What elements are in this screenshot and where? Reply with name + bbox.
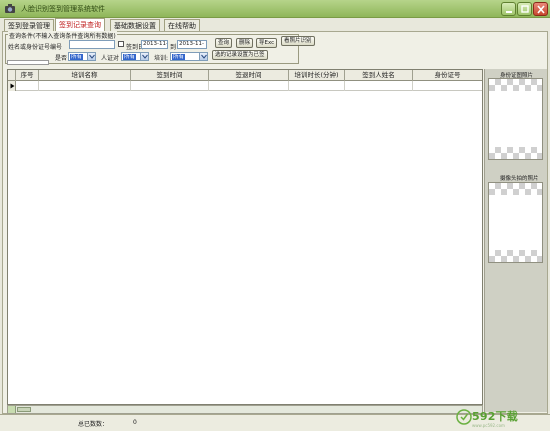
date-to-input[interactable]: 2013-11- xyxy=(177,40,207,49)
record-count-label: 总已数数： xyxy=(78,421,109,428)
minimize-icon xyxy=(506,11,512,13)
row-indicator-header xyxy=(8,70,16,81)
close-button[interactable] xyxy=(533,2,548,16)
chevron-down-icon xyxy=(142,54,148,59)
title-bar: 人脸识别签到管理系统软件 xyxy=(0,0,550,18)
photo-placeholder-bottom xyxy=(489,147,542,159)
column-header-duration[interactable]: 培训时长(分钟) xyxy=(289,70,345,81)
id-photo-box xyxy=(488,78,543,160)
minimize-button[interactable] xyxy=(501,2,516,16)
name-input[interactable] xyxy=(69,40,115,49)
sign-time-checkbox[interactable] xyxy=(118,41,124,47)
photo-placeholder-top xyxy=(489,183,542,195)
view-photo-button[interactable]: 看照片识别 xyxy=(281,36,315,46)
maximize-icon xyxy=(521,5,529,13)
row-indicator xyxy=(8,81,16,91)
to-label: 到 xyxy=(170,44,177,51)
query-button[interactable]: 查询 xyxy=(215,38,233,48)
watermark-subtext: www.pc592.com xyxy=(472,423,505,428)
mark-signed-button[interactable]: 选的记录设置为已签 xyxy=(212,50,268,60)
column-header-index[interactable]: 序号 xyxy=(16,70,39,81)
column-header-sign-out-time[interactable]: 签退时间 xyxy=(209,70,289,81)
watermark-text: 592下载 xyxy=(472,410,518,423)
small-input[interactable] xyxy=(7,60,49,65)
training-select[interactable]: 所有 xyxy=(170,52,208,61)
scrollbar-thumb[interactable] xyxy=(17,407,31,412)
tab-online-help[interactable]: 在线帮助 xyxy=(164,19,200,31)
table-cell[interactable] xyxy=(39,81,131,91)
maximize-button[interactable] xyxy=(517,2,532,16)
table-header: 序号 培训名称 签到时间 签退时间 培训时长(分钟) 签到人姓名 身份证号 xyxy=(8,70,482,81)
scroll-left-arrow[interactable] xyxy=(8,406,16,413)
chevron-down-icon xyxy=(201,54,207,59)
chevron-down-icon xyxy=(89,54,95,59)
column-header-signer-name[interactable]: 签到人姓名 xyxy=(345,70,413,81)
table-cell[interactable] xyxy=(131,81,209,91)
row-pointer-icon xyxy=(10,83,15,89)
date-from-input[interactable]: 2013-11- xyxy=(141,40,168,49)
training-select-value: 所有 xyxy=(172,54,186,60)
camera-photo-box xyxy=(488,182,543,263)
camera-photo-label: 摄像头拍的照片 xyxy=(500,176,539,182)
window-title: 人脸识别签到管理系统软件 xyxy=(21,5,105,13)
column-header-id-number[interactable]: 身份证号 xyxy=(413,70,482,81)
tab-sign-records[interactable]: 签到记录查询 xyxy=(55,18,105,31)
table-cell[interactable] xyxy=(413,81,482,91)
verified-label: 人证对 xyxy=(101,55,120,62)
column-header-training-name[interactable]: 培训名称 xyxy=(39,70,131,81)
close-icon xyxy=(537,5,545,14)
table-cell[interactable] xyxy=(289,81,345,91)
gender-label: 是否 xyxy=(55,55,68,62)
table-cell[interactable] xyxy=(209,81,289,91)
delete-button[interactable]: 删除 xyxy=(236,38,254,48)
query-legend: 查询条件(不输入查询条件查询所有数据) xyxy=(8,31,117,40)
tab-basic-data[interactable]: 基础数据设置 xyxy=(110,19,160,31)
verified-select[interactable]: 所有 xyxy=(121,52,149,61)
table-cell[interactable] xyxy=(16,81,39,91)
photo-placeholder-bottom xyxy=(489,250,542,262)
gender-select[interactable]: 所有 xyxy=(68,52,96,61)
gender-select-value: 所有 xyxy=(70,54,84,60)
tab-sign-login[interactable]: 签到登录管理 xyxy=(4,19,54,31)
photo-placeholder-top xyxy=(489,79,542,91)
training-label: 培训: xyxy=(154,55,169,62)
verified-select-value: 所有 xyxy=(123,54,137,60)
camera-icon xyxy=(5,4,15,13)
name-label: 姓名或身份证号编号 xyxy=(8,44,63,51)
table-cell[interactable] xyxy=(345,81,413,91)
export-excel-button[interactable]: 导Exc xyxy=(256,38,278,48)
table-row[interactable] xyxy=(8,81,482,91)
column-header-sign-in-time[interactable]: 签到时间 xyxy=(131,70,209,81)
horizontal-scrollbar[interactable] xyxy=(7,405,483,414)
records-table[interactable]: 序号 培训名称 签到时间 签退时间 培训时长(分钟) 签到人姓名 身份证号 xyxy=(7,69,483,405)
record-count-value: 0 xyxy=(133,419,137,426)
